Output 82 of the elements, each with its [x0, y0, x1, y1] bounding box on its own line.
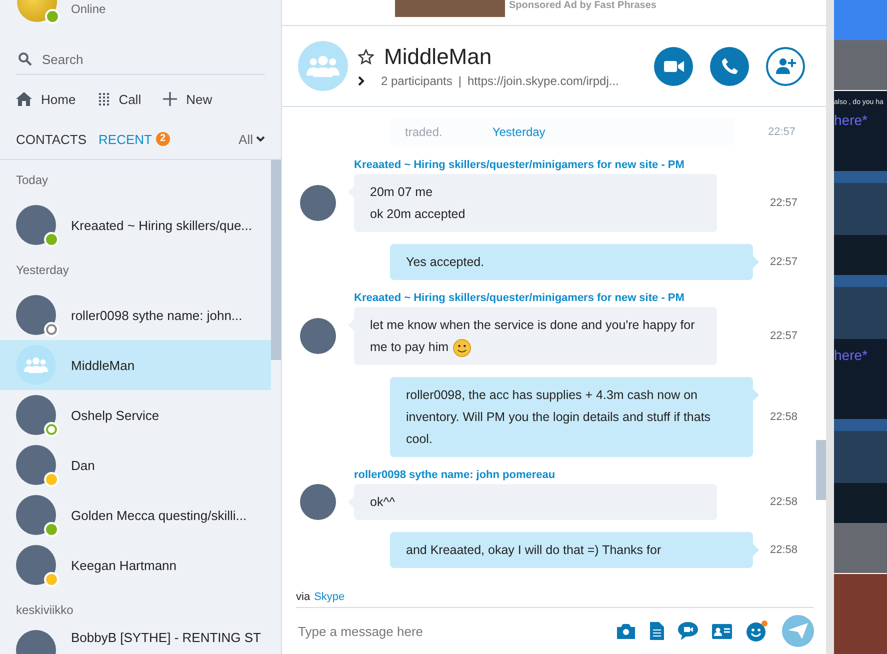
- smiley-icon: [452, 338, 471, 357]
- join-link[interactable]: https://join.skype.com/irpdj...: [468, 74, 619, 88]
- contact-item[interactable]: BobbyB [SYTHE] - RENTING ST: [0, 630, 271, 654]
- section-heading: keskiviikko: [15, 602, 74, 619]
- paper-plane-icon: [788, 623, 808, 639]
- nav-button[interactable]: Call: [98, 92, 142, 106]
- file-icon[interactable]: [650, 622, 664, 640]
- message-text: 20m 07 me: [370, 184, 434, 201]
- chat-text: here*: [834, 112, 868, 128]
- scrollbar-thumb[interactable]: [816, 440, 826, 500]
- status-text[interactable]: Online: [71, 2, 106, 16]
- separator-text: |: [458, 74, 462, 88]
- phone-icon: [720, 57, 738, 75]
- sender-name: Kreaated ~ Hiring skillers/quester/minigamers for new site - PM: [354, 159, 686, 171]
- message-time: 22:57: [770, 330, 798, 342]
- group-avatar: [298, 41, 348, 91]
- count-badge: 2: [156, 132, 170, 146]
- search-icon: [18, 52, 32, 66]
- video-camera-icon: [664, 60, 684, 72]
- dialpad-icon: [98, 92, 110, 106]
- message-text: roller0098, the acc has supplies + 4.3m cash now on inventory. Will PM you the login details and stuff if thats cool.: [406, 387, 712, 448]
- media-icon[interactable]: [616, 623, 636, 639]
- add-person-icon: [774, 58, 796, 74]
- chat-text: here*: [834, 347, 868, 363]
- message-text: let me know when the service is done and you're happy for me to pay him: [370, 314, 701, 358]
- conversation-title: MiddleMan: [384, 44, 492, 70]
- video-message-icon[interactable]: [678, 622, 698, 640]
- call-button[interactable]: [710, 46, 749, 86]
- contact-item[interactable]: Dan: [0, 440, 271, 490]
- group-avatar: [16, 345, 56, 385]
- skype-link[interactable]: Skype: [314, 591, 345, 603]
- emoji-icon[interactable]: [746, 620, 768, 642]
- avatar: [300, 185, 336, 221]
- message-time: 22:58: [770, 544, 798, 556]
- post-header: [834, 419, 887, 431]
- message-time: 22:58: [770, 496, 798, 508]
- contact-item[interactable]: Oshelp Service: [0, 390, 271, 440]
- sender-name: roller0098 sythe name: john pomereau: [354, 469, 556, 481]
- chevron-down-icon: [256, 136, 265, 142]
- message-text: ok^^: [370, 494, 396, 511]
- window-panel: [834, 40, 887, 91]
- contact-card-icon[interactable]: [712, 624, 732, 638]
- section-heading: Yesterday: [15, 262, 70, 279]
- nav-button[interactable]: New: [163, 92, 212, 106]
- message-text: and Kreaated, okay I will do that =) Thanks for: [406, 542, 662, 559]
- video-call-button[interactable]: [654, 46, 693, 86]
- section-heading: Today: [15, 172, 50, 189]
- sender-name: Kreaated ~ Hiring skillers/quester/minigamers for new site - PM: [354, 292, 686, 304]
- contact-item[interactable]: Keegan Hartmann: [0, 540, 271, 590]
- plus-icon: [163, 92, 178, 106]
- message-text: ok 20m accepted: [370, 206, 466, 223]
- message-time: 22:57: [770, 197, 798, 209]
- chevron-right-icon[interactable]: [358, 76, 365, 86]
- window-header: [834, 0, 887, 40]
- post-panel: [834, 431, 887, 483]
- scrollbar-thumb[interactable]: [271, 160, 281, 360]
- message-text: traded.: [405, 124, 442, 138]
- post-header: [834, 275, 887, 287]
- message-time: 22:58: [770, 411, 798, 423]
- message-text: Yes accepted.: [406, 254, 486, 271]
- avatar: [300, 484, 336, 520]
- post-panel: [834, 183, 887, 235]
- add-people-button[interactable]: [766, 46, 805, 86]
- window-panel: [834, 523, 887, 574]
- date-divider: Yesterday: [492, 124, 546, 138]
- star-icon[interactable]: [358, 49, 374, 65]
- filter-dropdown[interactable]: All: [238, 132, 265, 146]
- post-panel: [834, 287, 887, 339]
- via-text: via: [296, 591, 310, 603]
- nav-button[interactable]: Home: [16, 92, 76, 106]
- avatar: [300, 318, 336, 354]
- message-time: 22:57: [768, 126, 796, 138]
- participants-link[interactable]: 2 participants: [381, 74, 452, 88]
- contact-item[interactable]: Golden Mecca questing/skilli...: [0, 490, 271, 540]
- post-header: [834, 171, 887, 183]
- search-field[interactable]: Search: [42, 48, 265, 70]
- contact-item[interactable]: MiddleMan: [0, 340, 271, 390]
- contact-item[interactable]: roller0098 sythe name: john...: [0, 290, 271, 340]
- tab[interactable]: CONTACTS: [16, 132, 87, 146]
- contact-item[interactable]: Kreaated ~ Hiring skillers/que...: [0, 200, 271, 250]
- message-time: 22:57: [770, 256, 798, 268]
- home-icon: [16, 92, 32, 106]
